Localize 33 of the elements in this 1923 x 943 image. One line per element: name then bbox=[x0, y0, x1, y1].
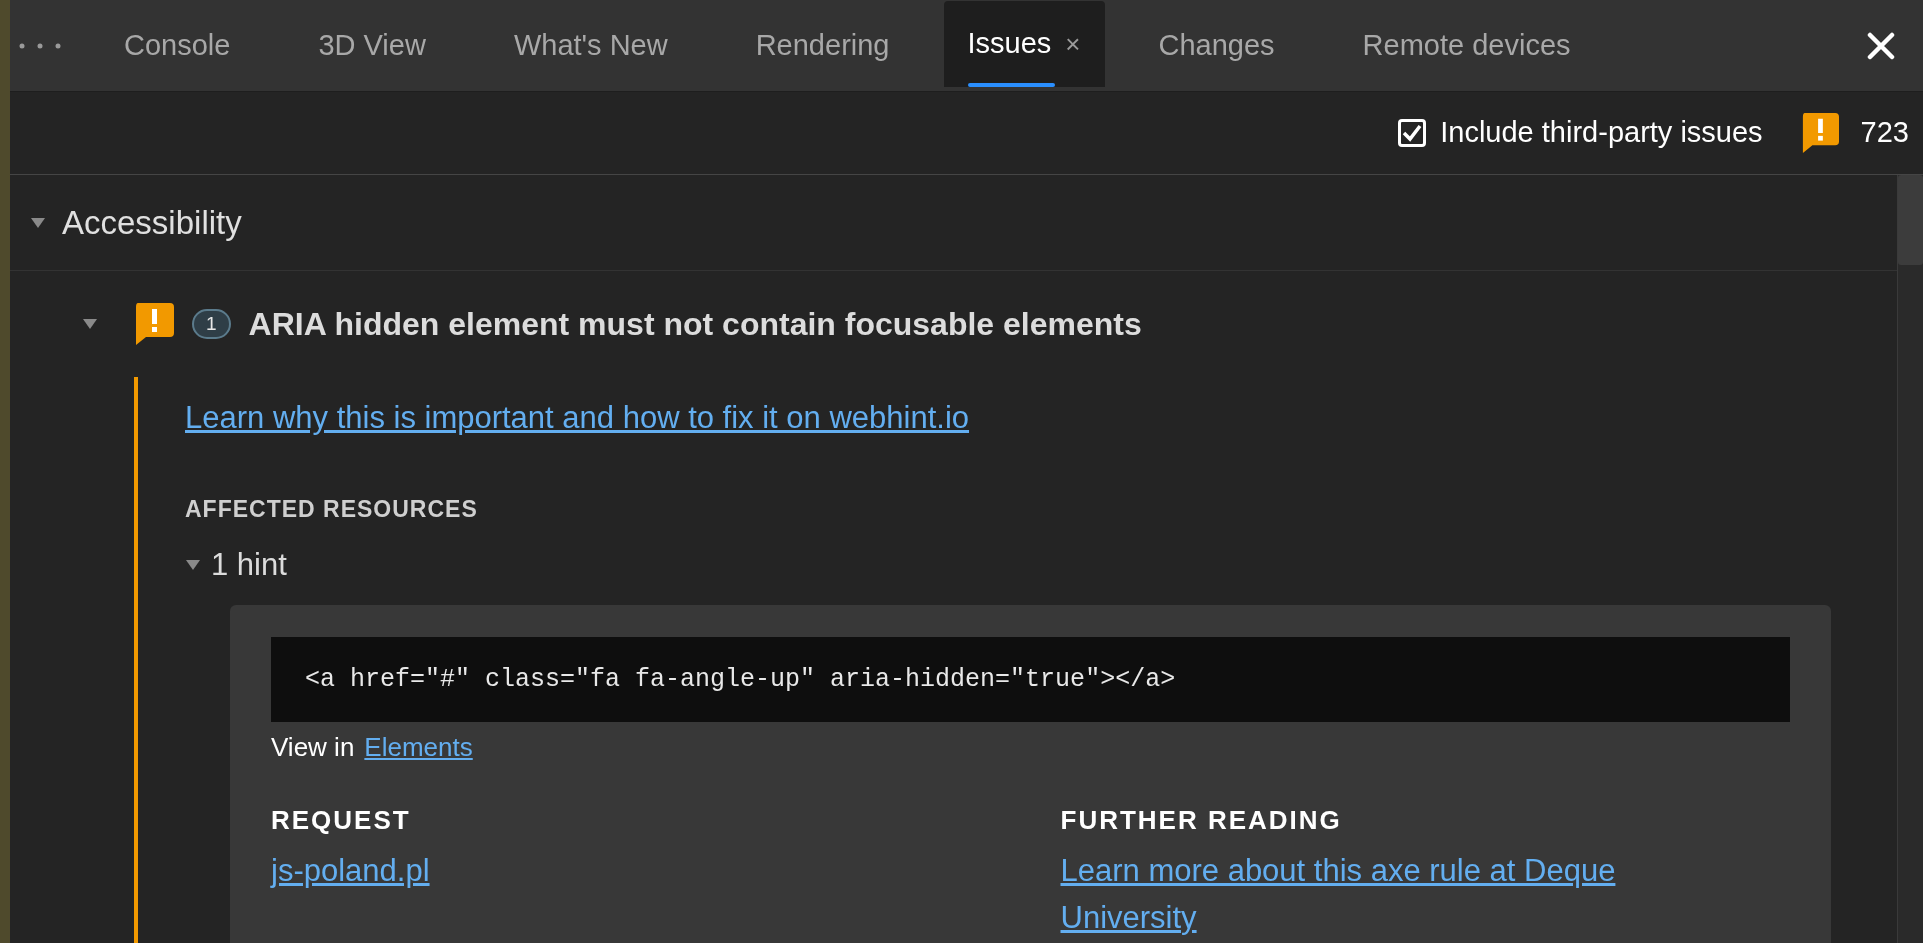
tab[interactable]: Rendering bbox=[721, 2, 924, 89]
close-icon[interactable] bbox=[1867, 31, 1895, 60]
hint-count[interactable]: 1 hint bbox=[211, 542, 287, 589]
code-snippet: <a href="#" class="fa fa-angle-up" aria-hidden="true"></a> bbox=[271, 636, 1790, 722]
further-reading-link[interactable]: Learn more about this axe rule at Deque University bbox=[1060, 848, 1721, 941]
view-in-label: View in bbox=[271, 731, 355, 764]
further-reading-heading: FURTHER READING bbox=[1060, 804, 1343, 837]
issue-count: 723 bbox=[1860, 115, 1909, 151]
tab[interactable]: Issues × bbox=[943, 1, 1105, 87]
issue-title[interactable]: ARIA hidden element must not contain focusable elements bbox=[248, 300, 1142, 348]
tab[interactable]: Remote devices bbox=[1328, 2, 1605, 89]
scrollbar-thumb[interactable] bbox=[1898, 175, 1923, 265]
issue-count-badge: 1 bbox=[192, 309, 231, 339]
webhint-link[interactable]: Learn why this is important and how to fix it on webhint.io bbox=[185, 400, 970, 435]
close-tab-icon[interactable]: × bbox=[1065, 24, 1081, 64]
warning-icon bbox=[134, 303, 174, 345]
request-heading: REQUEST bbox=[271, 804, 412, 837]
warning-icon bbox=[1800, 113, 1839, 153]
collapse-icon[interactable] bbox=[30, 216, 46, 229]
tab[interactable]: What's New bbox=[479, 2, 702, 89]
collapse-icon[interactable] bbox=[185, 559, 201, 572]
tab[interactable]: Changes bbox=[1124, 2, 1309, 89]
tab[interactable]: 3D View bbox=[284, 2, 460, 89]
request-link[interactable]: js-poland.pl bbox=[271, 848, 1031, 895]
check-icon bbox=[1402, 124, 1423, 142]
tab[interactable]: Console bbox=[90, 2, 265, 89]
checkbox[interactable] bbox=[1398, 119, 1427, 147]
collapse-icon[interactable] bbox=[82, 318, 98, 330]
more-icon bbox=[18, 41, 62, 50]
checkbox-label: Include third-party issues bbox=[1440, 115, 1763, 151]
section-heading: AFFECTED RESOURCES bbox=[185, 494, 479, 524]
category-title[interactable]: Accessibility bbox=[62, 197, 242, 248]
elements-link[interactable]: Elements bbox=[364, 728, 473, 767]
